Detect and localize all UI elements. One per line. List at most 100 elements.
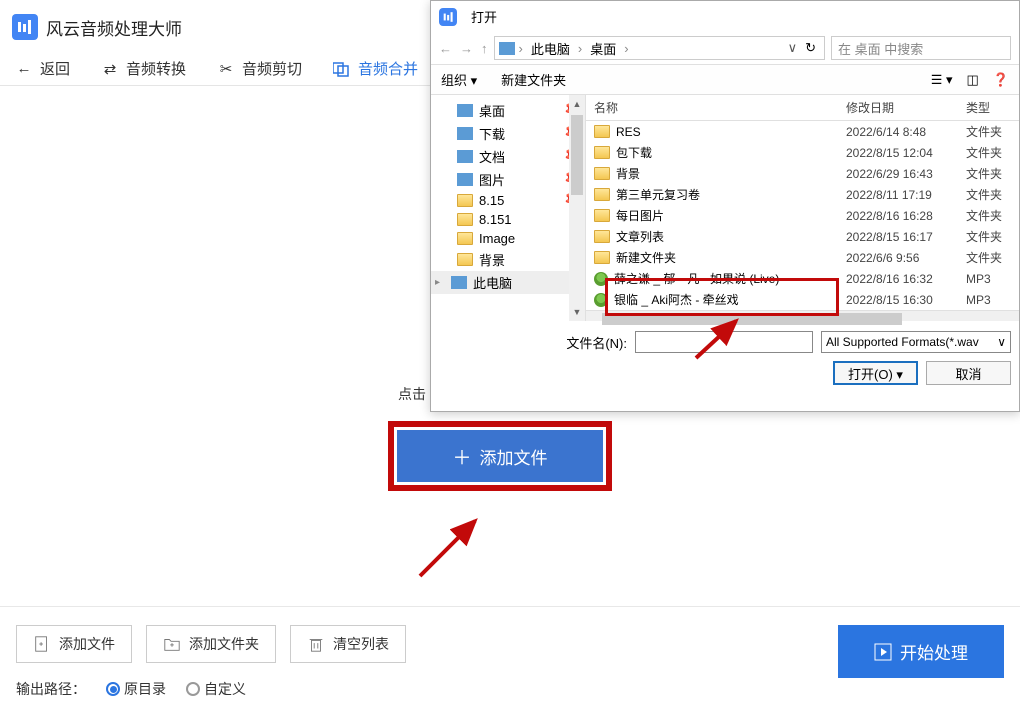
col-type-header[interactable]: 类型 [966,95,1019,120]
file-row[interactable]: 背景2022/6/29 16:43文件夹 [586,163,1019,184]
folder-icon [457,253,473,266]
sidebar-item-label: Image [479,231,515,246]
radio-checked-icon [106,682,120,696]
dialog-sidebar: 桌面📌下载📌文档📌图片📌8.15📌8.151 Image 背景 ▸此电脑 ▲ ▼ [431,95,586,321]
tab-cut[interactable]: ✂ 音频剪切 [216,58,302,79]
add-file-big-button[interactable]: ＋ 添加文件 [397,430,603,482]
file-name: 包下载 [616,144,652,161]
sidebar-item-label: 背景 [479,250,505,269]
file-date: 2022/8/16 16:28 [846,209,966,223]
file-row[interactable]: 每日图片2022/8/16 16:28文件夹 [586,205,1019,226]
nav-back-icon[interactable]: ← [439,41,452,56]
path-seg-1[interactable]: 此电脑 [527,39,574,58]
filename-label: 文件名(N): [566,333,627,352]
col-name-header[interactable]: 名称 [586,95,846,120]
filename-input[interactable] [635,331,813,353]
file-type: 文件夹 [966,186,1019,203]
hint-text: 点击 [398,384,426,404]
file-row[interactable]: 新建文件夹2022/6/6 9:56文件夹 [586,247,1019,268]
file-row[interactable]: 薛之谦 _ 郁一凡 - 如果说 (Live) 2022/8/16 16:32MP3 [586,268,1019,289]
file-name: 新建文件夹 [616,249,676,266]
file-row[interactable]: 文章列表2022/8/15 16:17文件夹 [586,226,1019,247]
radio1-label: 原目录 [124,679,166,699]
tab-convert[interactable]: ⇄ 音频转换 [100,58,186,79]
dialog-icon [439,8,457,26]
scroll-up-icon[interactable]: ▲ [569,95,585,113]
file-type: 文件夹 [966,123,1019,140]
refresh-icon[interactable]: ↻ [801,40,820,56]
file-open-dialog: 打开 ← → ↑ › 此电脑 › 桌面 › ∨ ↻ 在 桌面 中搜索 组织 ▾ … [430,0,1020,412]
sidebar-item-0[interactable]: 桌面📌 [431,99,585,122]
tab-cut-label: 音频剪切 [242,58,302,79]
file-date: 2022/8/11 17:19 [846,188,966,202]
file-name: 背景 [616,165,640,182]
sidebar-item-5[interactable]: 8.151 [431,210,585,229]
path-seg-2[interactable]: 桌面 [586,39,620,58]
view-menu[interactable]: ☰ ▾ [931,72,953,88]
output-path-label: 输出路径： [16,679,86,699]
radio-custom-dir[interactable]: 自定义 [186,679,246,699]
special-folder-icon [457,127,473,140]
radio-unchecked-icon [186,682,200,696]
file-row[interactable]: 第三单元复习卷 2022/8/11 17:19文件夹 [586,184,1019,205]
file-name: 银临 _ Aki阿杰 - 牵丝戏 [614,291,739,308]
file-name: 文章列表 [616,228,664,245]
tab-merge[interactable]: 音频合并 [332,58,418,79]
nav-forward-icon[interactable]: → [460,41,473,56]
file-date: 2022/8/15 16:30 [846,293,966,307]
sidebar-item-2[interactable]: 文档📌 [431,145,585,168]
clear-button[interactable]: 清空列表 [290,625,406,663]
sidebar-item-label: 8.15 [479,193,504,208]
file-row[interactable]: 包下载2022/8/15 12:04文件夹 [586,142,1019,163]
sidebar-item-4[interactable]: 8.15📌 [431,191,585,210]
tab-back[interactable]: ← 返回 [14,58,70,79]
add-file-big-label: 添加文件 [480,444,548,469]
folder-icon [457,232,473,245]
radio2-label: 自定义 [204,679,246,699]
path-bar[interactable]: › 此电脑 › 桌面 › ∨ ↻ [494,36,826,60]
sidebar-item-1[interactable]: 下载📌 [431,122,585,145]
sidebar-scrollbar[interactable]: ▲ ▼ [569,95,585,321]
folder-icon [594,167,610,180]
pc-icon [451,276,467,289]
file-date: 2022/6/29 16:43 [846,167,966,181]
file-date: 2022/6/14 8:48 [846,125,966,139]
folder-icon [457,194,473,207]
plus-icon: ＋ [452,443,471,470]
file-plus-icon [33,635,51,653]
preview-icon[interactable]: ◫ [967,72,979,88]
organize-menu[interactable]: 组织 ▾ [441,70,477,89]
help-icon[interactable]: ❓ [993,72,1009,88]
file-row[interactable]: 银临 _ Aki阿杰 - 牵丝戏2022/8/15 16:30MP3 [586,289,1019,310]
file-type: MP3 [966,272,1019,286]
sidebar-item-7[interactable]: 背景 [431,248,585,271]
new-folder-menu[interactable]: 新建文件夹 [501,70,566,89]
file-filter-select[interactable]: All Supported Formats(*.wav∨ [821,331,1011,353]
sidebar-item-6[interactable]: Image [431,229,585,248]
file-name: 薛之谦 _ 郁一凡 - 如果说 (Live) [614,270,779,287]
media-icon [594,272,608,286]
annotation-arrow-1 [410,506,510,586]
add-file-button[interactable]: 添加文件 [16,625,132,663]
scroll-down-icon[interactable]: ▼ [569,303,585,321]
file-row[interactable]: RES2022/6/14 8:48文件夹 [586,121,1019,142]
nav-up-icon[interactable]: ↑ [481,41,488,56]
sidebar-item-8[interactable]: ▸此电脑 [431,271,585,294]
sidebar-item-3[interactable]: 图片📌 [431,168,585,191]
search-box[interactable]: 在 桌面 中搜索 [831,36,1011,60]
file-name: 第三单元复习卷 [616,186,700,203]
sidebar-item-label: 桌面 [479,101,505,120]
radio-original-dir[interactable]: 原目录 [106,679,166,699]
folder-icon [594,230,610,243]
folder-icon [457,213,473,226]
start-button[interactable]: 开始处理 [838,625,1004,678]
cancel-button[interactable]: 取消 [926,361,1011,385]
file-date: 2022/8/16 16:32 [846,272,966,286]
open-button[interactable]: 打开(O) ▾ [833,361,918,385]
col-date-header[interactable]: 修改日期 [846,95,966,120]
add-folder-button[interactable]: 添加文件夹 [146,625,276,663]
sidebar-item-label: 图片 [479,170,505,189]
horizontal-scrollbar[interactable] [586,310,1019,321]
app-logo-icon [12,14,38,40]
add-folder-label: 添加文件夹 [189,634,259,654]
